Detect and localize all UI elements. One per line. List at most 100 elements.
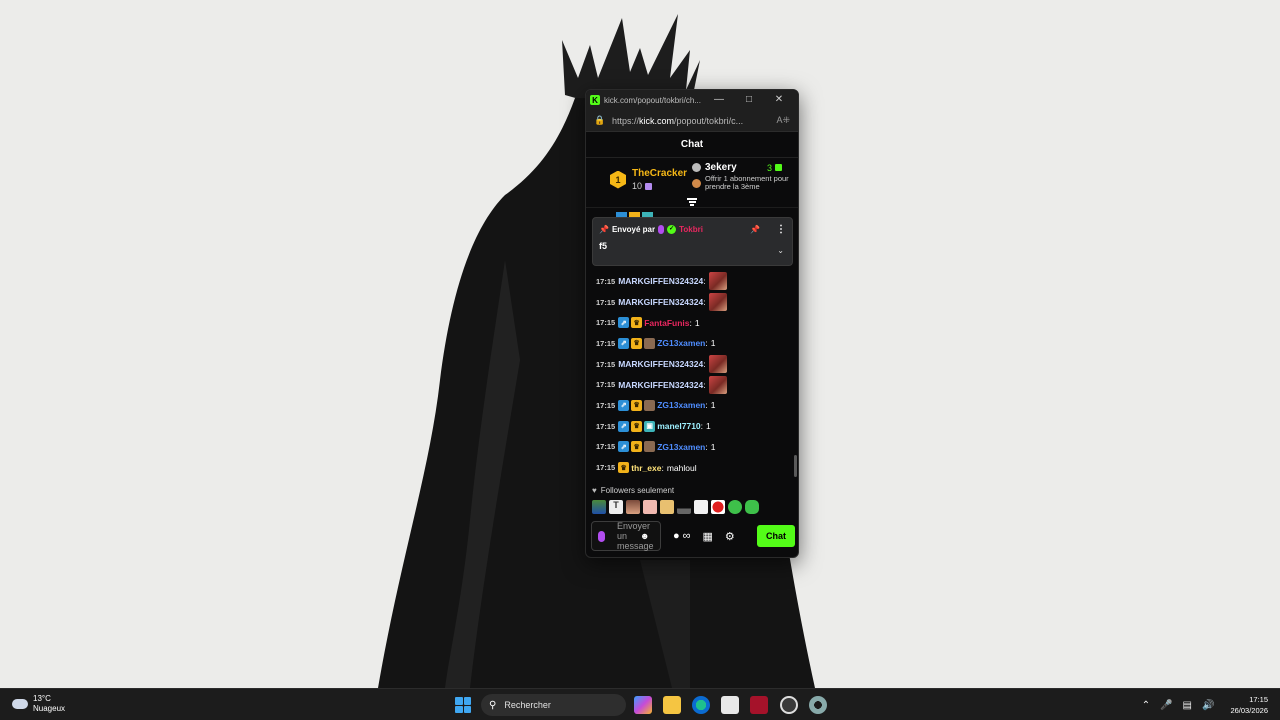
emote-icon[interactable] [643,500,657,514]
message-username[interactable]: MARKGIFFEN324324 [618,297,703,307]
chat-scrollbar[interactable] [794,455,797,477]
subscriber-badge-icon[interactable]: ⇗ [618,337,630,349]
emote-icon[interactable] [708,293,727,312]
temperature: 13°C [33,694,51,703]
leaderboard-first-count: 10 [632,181,687,191]
emote-icon[interactable] [728,500,742,514]
window-titlebar[interactable]: K kick.com/popout/tokbri/ch... — □ ✕ [586,90,798,110]
vip-crown-icon[interactable]: ♛ [631,399,643,411]
emote-icon[interactable] [711,500,725,514]
volume-icon[interactable]: 🔊 [1202,700,1214,711]
chat-message[interactable]: 17:15 ⇗ ♛ ZG13xamen:1 [586,333,796,354]
chat-message[interactable]: 17:15 MARKGIFFEN324324: [586,271,796,292]
settings-app-icon[interactable] [809,696,827,714]
bronze-rank-icon [692,179,701,188]
pinned-username[interactable]: Tokbri [679,225,703,234]
emote-icon[interactable] [626,500,640,514]
message-username[interactable]: ZG13xamen [657,338,705,348]
lock-icon[interactable]: 🔒 [594,115,605,126]
emote-icon[interactable] [694,500,708,514]
chat-message-list[interactable]: 17:15 MARKGIFFEN324324:17:15 MARKGIFFEN324… [586,271,796,483]
microphone-icon[interactable] [598,530,605,542]
subscriber-badge-icon[interactable]: ⇗ [618,317,630,329]
unpin-icon[interactable]: 📌 [750,225,760,234]
leaderboard-second[interactable]: 3ekery 3 Offrir 1 abonnement pour prendr… [692,162,796,191]
chevron-up-icon[interactable]: ⌃ [1142,700,1150,711]
emote-icon[interactable] [708,272,727,291]
kick-chat-popup-window[interactable]: K kick.com/popout/tokbri/ch... — □ ✕ 🔒 h… [585,89,799,558]
vip-crown-icon[interactable]: ♛ [618,462,630,474]
custom-badge-icon[interactable] [644,337,656,349]
subscriber-badge-icon[interactable]: ⇗ [618,399,630,411]
chat-message[interactable]: 17:15 MARKGIFFEN324324: [586,374,796,395]
chat-message[interactable]: 17:15 MARKGIFFEN324324: [586,354,796,375]
weather-widget[interactable]: 13°C Nuageux [12,694,65,714]
maximize-icon[interactable]: □ [734,90,764,110]
url-text[interactable]: https://kick.com/popout/tokbri/c... [612,116,776,126]
more-options-icon[interactable]: ⋮ [776,224,786,235]
chat-message[interactable]: 17:15 ⇗ ♛ ZG13xamen:1 [586,395,796,416]
emote-icon[interactable] [660,500,674,514]
emote-icon[interactable]: T [609,500,623,514]
vip-crown-icon[interactable]: ♛ [631,337,643,349]
message-username[interactable]: MARKGIFFEN324324 [618,380,703,390]
network-icon[interactable]: ▤ [1183,700,1192,711]
close-icon[interactable]: ✕ [764,90,794,110]
acrobat-icon[interactable] [750,696,768,714]
message-username[interactable]: ZG13xamen [657,400,705,410]
message-username[interactable]: manel7710 [657,421,700,431]
send-chat-button[interactable]: Chat [757,525,795,547]
edge-browser-icon[interactable] [692,696,710,714]
message-username[interactable]: MARKGIFFEN324324 [618,276,703,286]
chevron-down-icon[interactable]: ⌄ [777,246,784,255]
emoji-icon[interactable]: ☻ [640,531,649,541]
emote-icon[interactable] [677,500,691,514]
kick-logo-icon: K [590,95,600,105]
chat-message[interactable]: 17:15 ♛ thr_exe: mahloul [586,457,796,478]
microsoft-store-icon[interactable] [721,696,739,714]
address-bar[interactable]: 🔒 https://kick.com/popout/tokbri/c... A⁜ [586,110,798,132]
settings-gear-icon[interactable]: ⚙ [725,530,735,543]
taskbar-search[interactable]: ⚲ Rechercher [481,694,626,716]
pin-icon: 📌 [599,225,609,234]
kicks-icon[interactable]: ● [673,530,680,542]
custom-badge-icon[interactable] [644,399,656,411]
windows-start-icon[interactable] [455,697,471,713]
store-icon[interactable]: ▦ [703,530,713,543]
vip-crown-icon[interactable]: ♛ [631,441,643,453]
file-explorer-icon[interactable] [663,696,681,714]
chat-message[interactable]: 17:15 ⇗ ♛ ZG13xamen:1 [586,437,796,458]
subscriber-badge-icon[interactable]: ⇗ [618,420,630,432]
message-username[interactable]: FantaFunis [644,318,689,328]
emote-icon[interactable] [708,355,727,374]
weather-condition: Nuageux [33,704,66,713]
message-timestamp: 17:15 [596,318,616,328]
leaderboard-second-name: 3ekery [705,162,737,173]
chrome-app-icon[interactable] [780,696,798,714]
read-aloud-icon[interactable]: A⁜ [776,115,790,126]
leaderboard-first[interactable]: 1 TheCracker 10 [610,168,687,191]
vip-crown-icon[interactable]: ♛ [631,420,643,432]
filter-icon[interactable] [687,198,697,206]
message-username[interactable]: MARKGIFFEN324324 [618,359,703,369]
microphone-tray-icon[interactable]: 🎤 [1160,700,1172,711]
gamepad-badge-icon[interactable]: ▣ [644,420,656,432]
message-username[interactable]: thr_exe [631,463,661,473]
vip-crown-icon[interactable]: ♛ [631,317,643,329]
copilot-icon[interactable] [634,696,652,714]
emote-icon[interactable] [745,500,759,514]
clock[interactable]: 17:15 26/03/2026 [1230,694,1268,716]
minimize-icon[interactable]: — [704,90,734,110]
chat-message[interactable]: 17:15 ⇗ ♛ FantaFunis:1 [586,312,796,333]
chat-message-input[interactable]: Envoyer un message ☻ [591,521,661,551]
chat-message[interactable]: 17:15 ⇗ ♛ ▣ manel7710:1 [586,416,796,437]
emote-icon[interactable] [592,500,606,514]
pinned-message[interactable]: 📌 Envoyé par ✓ Tokbri 📌 ⋮ f5 ⌄ [592,217,793,266]
emote-icon[interactable] [708,375,727,394]
chat-message[interactable]: 17:15 MARKGIFFEN324324: [586,292,796,313]
custom-badge-icon[interactable] [644,441,656,453]
message-username[interactable]: ZG13xamen [657,442,705,452]
subscriber-badge-icon[interactable]: ⇗ [618,441,630,453]
silver-rank-icon [692,163,701,172]
infinity-icon[interactable]: ∞ [683,530,691,542]
